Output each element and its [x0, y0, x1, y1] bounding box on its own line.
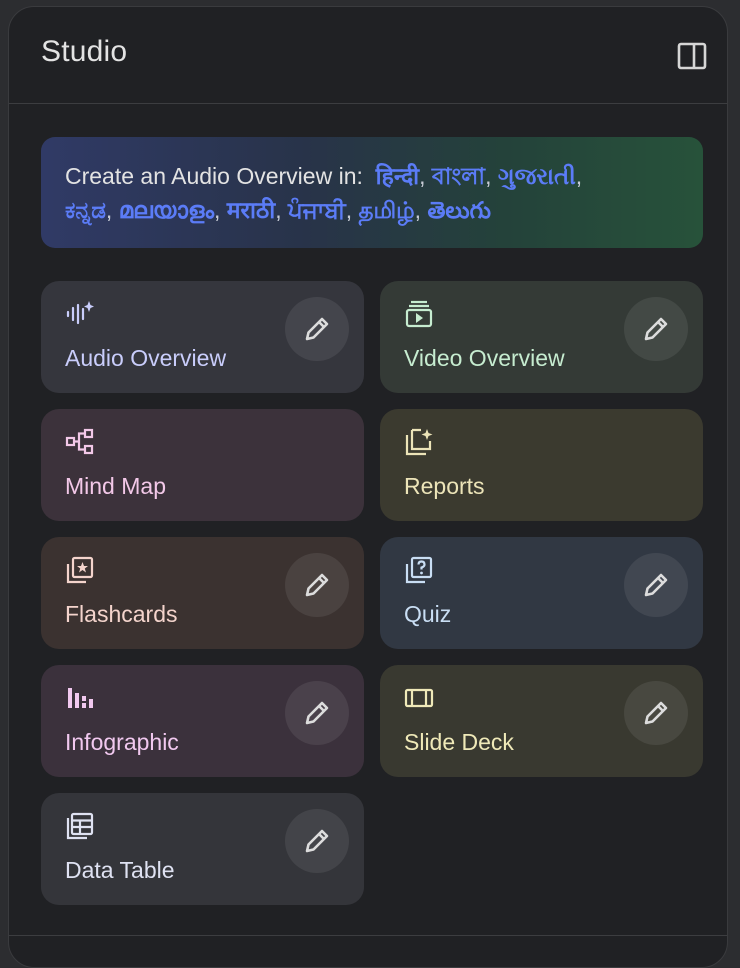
card-label: Mind Map — [65, 473, 166, 499]
language-link-malayalam[interactable]: മലയാളം — [119, 197, 214, 223]
mind-map-card[interactable]: Mind Map — [41, 409, 364, 521]
reports-sparkle-icon — [405, 428, 433, 456]
page-title: Studio — [41, 35, 128, 68]
flashcards-edit-button[interactable] — [285, 553, 349, 617]
panel-toggle-button[interactable] — [677, 41, 707, 71]
mind-map-icon — [65, 428, 94, 455]
card-label: Infographic — [65, 729, 179, 755]
video-overview-edit-button[interactable] — [624, 297, 688, 361]
pencil-icon — [305, 573, 329, 597]
language-link-hindi[interactable]: हिन्दी — [376, 163, 419, 189]
language-link-bengali[interactable]: বাংলা — [432, 163, 485, 189]
language-link-gujarati[interactable]: ગુજરાતી — [498, 163, 576, 189]
infographic-edit-button[interactable] — [285, 681, 349, 745]
pencil-icon — [644, 317, 668, 341]
audio-overview-edit-button[interactable] — [285, 297, 349, 361]
banner-prefix: Create an Audio Overview in: — [65, 163, 363, 189]
card-label: Audio Overview — [65, 345, 227, 371]
quiz-edit-button[interactable] — [624, 553, 688, 617]
audio-overview-card[interactable]: Audio Overview — [41, 281, 364, 393]
language-link-marathi[interactable]: मराठी — [227, 197, 275, 223]
infographic-icon — [68, 688, 93, 708]
data-table-card[interactable]: Data Table — [41, 793, 364, 905]
infographic-card[interactable]: Infographic — [41, 665, 364, 777]
language-link-kannada[interactable]: ಕನ್ನಡ — [65, 197, 106, 223]
pencil-icon — [644, 701, 668, 725]
language-link-telugu[interactable]: తెలుగు — [427, 197, 491, 223]
pencil-icon — [644, 573, 668, 597]
data-table-edit-button[interactable] — [285, 809, 349, 873]
flashcards-card[interactable]: Flashcards — [41, 537, 364, 649]
studio-panel: Studio Create an Audio Overview in: हिन्… — [8, 6, 728, 968]
divider — [9, 935, 727, 936]
card-label: Video Overview — [404, 345, 565, 371]
audio-overview-language-banner: Create an Audio Overview in: हिन्दी, বাং… — [41, 137, 703, 248]
flashcards-icon — [66, 556, 94, 584]
pencil-icon — [305, 829, 329, 853]
pencil-icon — [305, 317, 329, 341]
video-slides-icon — [405, 300, 433, 328]
slide-deck-edit-button[interactable] — [624, 681, 688, 745]
pencil-icon — [305, 701, 329, 725]
data-table-icon — [66, 812, 94, 840]
audio-waveform-sparkle-icon — [66, 301, 94, 325]
quiz-icon — [405, 556, 433, 584]
studio-header: Studio — [9, 7, 727, 104]
card-label: Flashcards — [65, 601, 178, 627]
panel-toggle-icon — [677, 42, 707, 70]
language-link-tamil[interactable]: தமிழ் — [359, 197, 415, 223]
card-label: Slide Deck — [404, 729, 514, 755]
card-label: Quiz — [404, 601, 452, 627]
card-label: Data Table — [65, 857, 175, 883]
card-label: Reports — [404, 473, 485, 499]
reports-card[interactable]: Reports — [380, 409, 703, 521]
quiz-card[interactable]: Quiz — [380, 537, 703, 649]
slide-deck-card[interactable]: Slide Deck — [380, 665, 703, 777]
language-link-punjabi[interactable]: ਪੰਜਾਬੀ — [288, 197, 346, 223]
video-overview-card[interactable]: Video Overview — [380, 281, 703, 393]
slide-deck-icon — [404, 688, 434, 708]
